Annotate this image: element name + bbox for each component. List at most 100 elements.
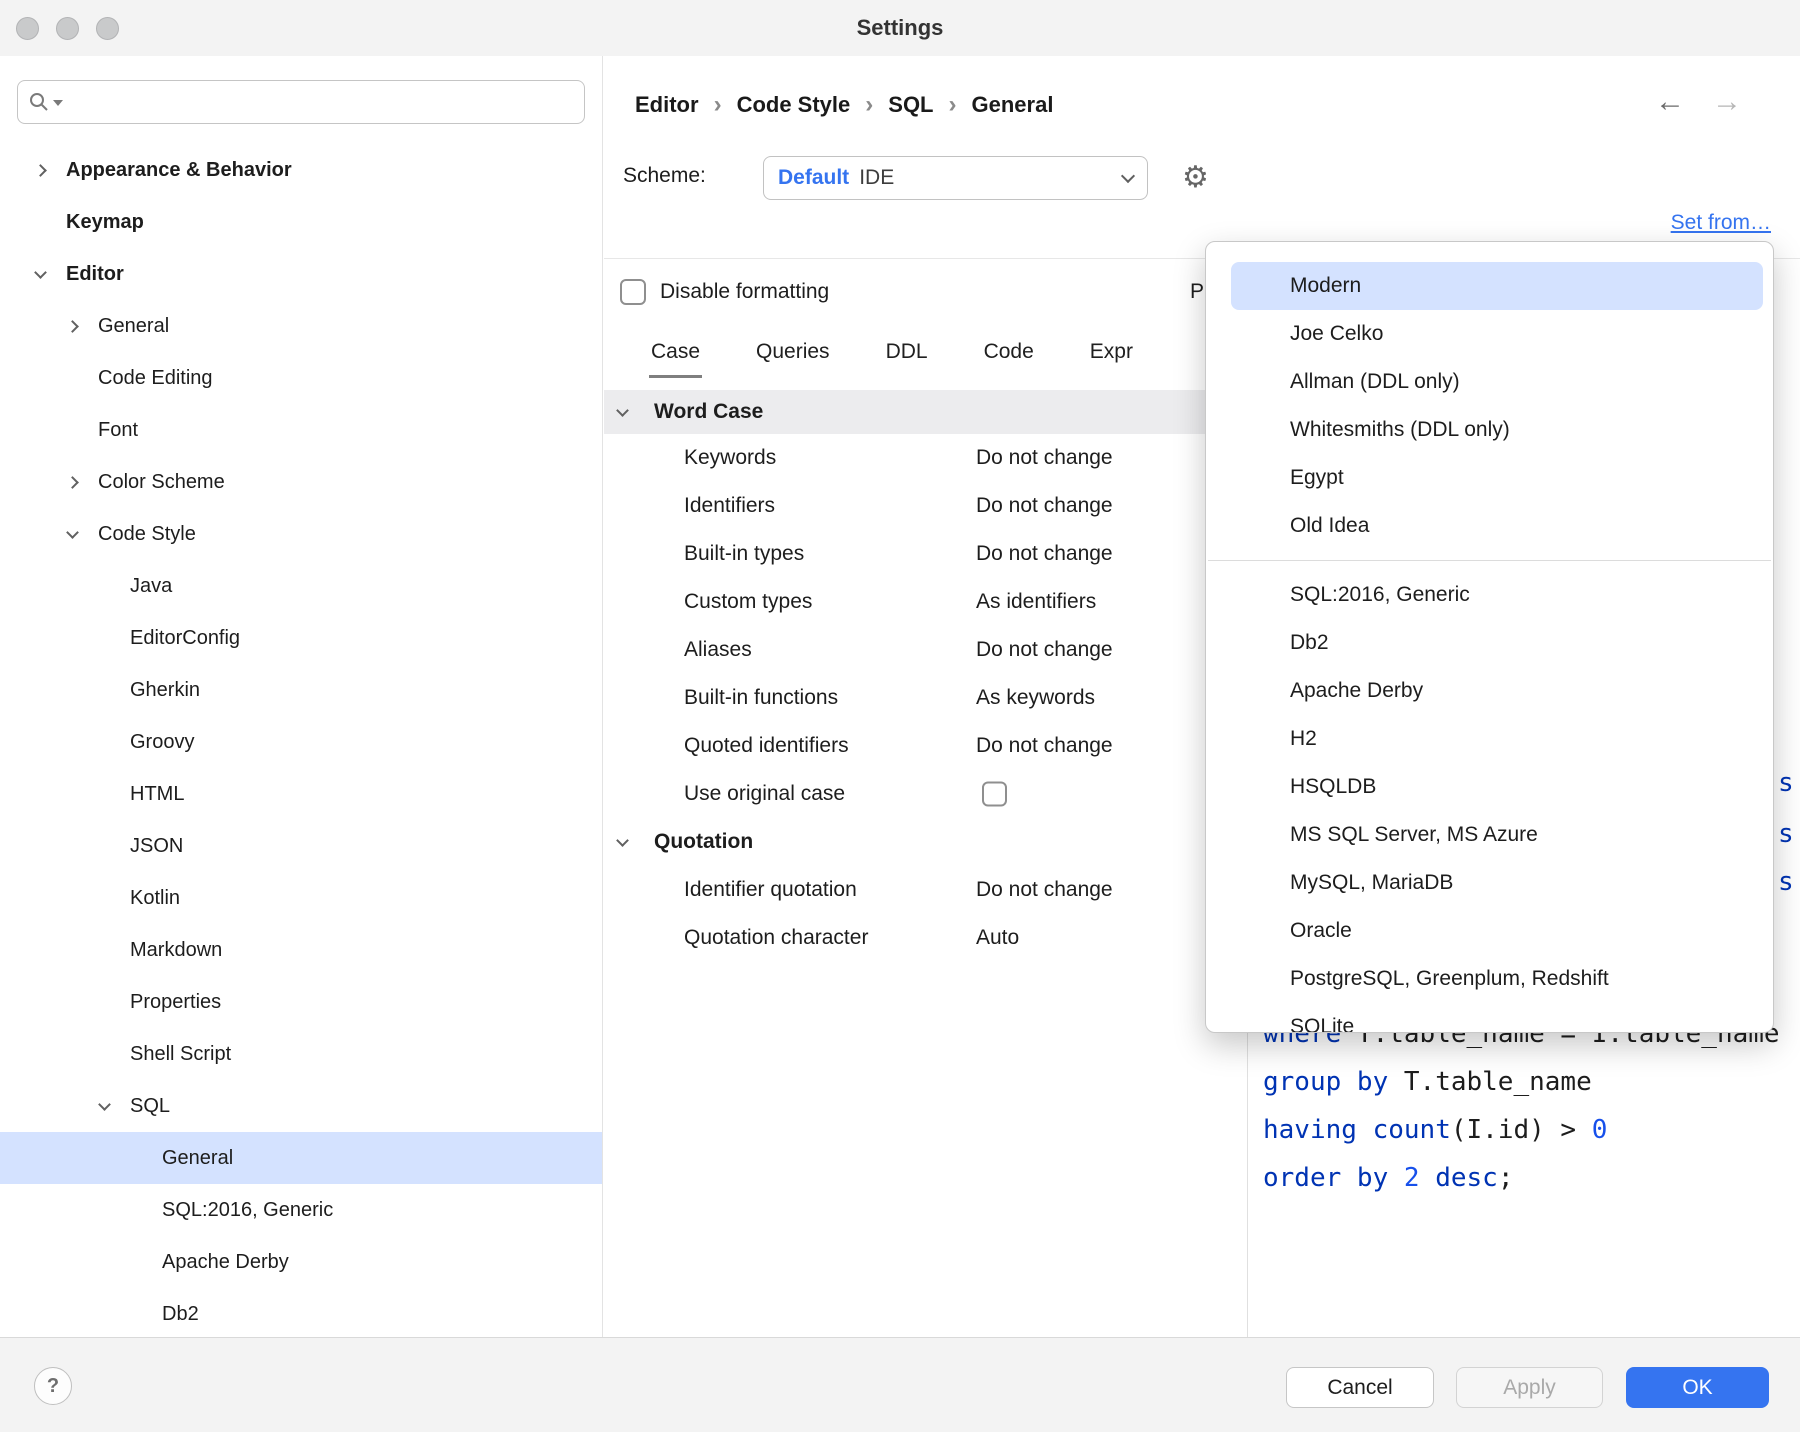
settings-tree: Appearance & BehaviorKeymapEditorGeneral… <box>0 144 603 1337</box>
set-from-link[interactable]: Set from… <box>1671 211 1771 235</box>
tab-ddl[interactable]: DDL <box>884 330 930 378</box>
setting-row-custom-types: Custom typesAs identifiers <box>604 578 1247 626</box>
tab-code[interactable]: Code <box>982 330 1036 378</box>
identifier-quotation-value[interactable]: Do not change <box>976 878 1113 902</box>
style-option-egypt[interactable]: Egypt <box>1206 454 1773 502</box>
style-option-sqlite[interactable]: SQLite <box>1206 1003 1773 1033</box>
chevron-down-icon <box>618 409 648 415</box>
search-history-chevron-icon[interactable] <box>53 100 63 106</box>
tree-item-sql[interactable]: SQL <box>0 1080 603 1132</box>
tree-item-properties[interactable]: Properties <box>0 976 603 1028</box>
style-option-hsqldb[interactable]: HSQLDB <box>1206 763 1773 811</box>
chevron-down-icon[interactable] <box>68 531 98 537</box>
tree-item-json[interactable]: JSON <box>0 820 603 872</box>
style-option-joe-celko[interactable]: Joe Celko <box>1206 310 1773 358</box>
ok-button[interactable]: OK <box>1626 1367 1769 1408</box>
built-in-functions-value[interactable]: As keywords <box>976 686 1095 710</box>
tree-item-html[interactable]: HTML <box>0 768 603 820</box>
custom-types-value[interactable]: As identifiers <box>976 590 1096 614</box>
style-option-h2[interactable]: H2 <box>1206 715 1773 763</box>
tree-item-editorconfig[interactable]: EditorConfig <box>0 612 603 664</box>
style-option-allman-ddl-only[interactable]: Allman (DDL only) <box>1206 358 1773 406</box>
tree-item-java[interactable]: Java <box>0 560 603 612</box>
tree-item-groovy[interactable]: Groovy <box>0 716 603 768</box>
tree-item-label: Apache Derby <box>162 1251 289 1274</box>
style-option-old-idea[interactable]: Old Idea <box>1206 502 1773 550</box>
setting-label: Aliases <box>684 638 752 662</box>
chevron-right-icon[interactable] <box>36 166 66 175</box>
search-input[interactable] <box>66 91 574 114</box>
code-token: 2 <box>1404 1163 1420 1193</box>
tree-item-label: Code Style <box>98 523 196 546</box>
tree-item-label: Gherkin <box>130 679 200 702</box>
aliases-value[interactable]: Do not change <box>976 638 1113 662</box>
cancel-button[interactable]: Cancel <box>1286 1367 1434 1408</box>
tree-item-sql-2016-generic[interactable]: SQL:2016, Generic <box>0 1184 603 1236</box>
tree-item-label: Font <box>98 419 138 442</box>
tab-case[interactable]: Case <box>649 330 702 378</box>
keywords-value[interactable]: Do not change <box>976 446 1113 470</box>
tree-item-general[interactable]: General <box>0 300 603 352</box>
section-header-quotation[interactable]: Quotation <box>604 818 1247 866</box>
disable-formatting-checkbox[interactable] <box>620 279 646 305</box>
tree-item-db2[interactable]: Db2 <box>0 1288 603 1337</box>
tree-item-general[interactable]: General <box>0 1132 603 1184</box>
style-option-postgresql-greenplum-redshift[interactable]: PostgreSQL, Greenplum, Redshift <box>1206 955 1773 1003</box>
tree-item-label: HTML <box>130 783 184 806</box>
style-option-whitesmiths-ddl-only[interactable]: Whitesmiths (DDL only) <box>1206 406 1773 454</box>
chevron-right-icon[interactable] <box>68 322 98 331</box>
gear-icon[interactable]: ⚙ <box>1182 160 1209 196</box>
settings-sections: Word CaseKeywordsDo not changeIdentifier… <box>604 390 1247 962</box>
built-in-types-value[interactable]: Do not change <box>976 542 1113 566</box>
style-option-ms-sql-server-ms-azure[interactable]: MS SQL Server, MS Azure <box>1206 811 1773 859</box>
quotation-character-value[interactable]: Auto <box>976 926 1019 950</box>
apply-button[interactable]: Apply <box>1456 1367 1603 1408</box>
settings-search[interactable] <box>17 80 585 124</box>
style-option-modern[interactable]: Modern <box>1231 262 1763 310</box>
use-original-case-checkbox[interactable] <box>982 782 1007 807</box>
style-option-mysql-mariadb[interactable]: MySQL, MariaDB <box>1206 859 1773 907</box>
style-option-db2[interactable]: Db2 <box>1206 619 1773 667</box>
search-icon <box>28 91 50 113</box>
tree-item-label: Color Scheme <box>98 471 225 494</box>
code-style-tabs: Case Queries DDL Code Expr <box>649 330 1135 378</box>
tree-item-label: Db2 <box>162 1303 199 1326</box>
preview-code: where T.table_name = I.table_namegroup b… <box>1263 1010 1780 1202</box>
tree-item-code-style[interactable]: Code Style <box>0 508 603 560</box>
chevron-down-icon[interactable] <box>100 1103 130 1109</box>
quoted-identifiers-value[interactable]: Do not change <box>976 734 1113 758</box>
tree-item-markdown[interactable]: Markdown <box>0 924 603 976</box>
chevron-down-icon[interactable] <box>36 271 66 277</box>
setting-label: Identifier quotation <box>684 878 857 902</box>
style-option-oracle[interactable]: Oracle <box>1206 907 1773 955</box>
tree-item-apache-derby[interactable]: Apache Derby <box>0 1236 603 1288</box>
tab-expr[interactable]: Expr <box>1088 330 1135 378</box>
identifiers-value[interactable]: Do not change <box>976 494 1113 518</box>
tree-item-keymap[interactable]: Keymap <box>0 196 603 248</box>
tree-item-appearance-behavior[interactable]: Appearance & Behavior <box>0 144 603 196</box>
tree-item-code-editing[interactable]: Code Editing <box>0 352 603 404</box>
setting-label: Quoted identifiers <box>684 734 849 758</box>
code-token: having <box>1263 1115 1357 1145</box>
tree-item-gherkin[interactable]: Gherkin <box>0 664 603 716</box>
window-title: Settings <box>0 0 1800 56</box>
tree-item-shell-script[interactable]: Shell Script <box>0 1028 603 1080</box>
tree-item-editor[interactable]: Editor <box>0 248 603 300</box>
tree-item-label: Markdown <box>130 939 222 962</box>
help-button[interactable]: ? <box>34 1367 72 1405</box>
style-option-apache-derby[interactable]: Apache Derby <box>1206 667 1773 715</box>
disable-formatting-label: Disable formatting <box>660 280 829 304</box>
scheme-dropdown[interactable]: Default IDE <box>763 156 1148 200</box>
tab-queries[interactable]: Queries <box>754 330 832 378</box>
tree-item-font[interactable]: Font <box>0 404 603 456</box>
tree-item-kotlin[interactable]: Kotlin <box>0 872 603 924</box>
section-header-word-case[interactable]: Word Case <box>604 390 1247 434</box>
tree-item-color-scheme[interactable]: Color Scheme <box>0 456 603 508</box>
forward-arrow-icon[interactable]: → <box>1712 85 1742 119</box>
style-presets-popup: ModernJoe CelkoAllman (DDL only)Whitesmi… <box>1205 241 1774 1033</box>
style-option-sql-2016-generic[interactable]: SQL:2016, Generic <box>1206 571 1773 619</box>
chevron-right-icon[interactable] <box>68 478 98 487</box>
back-arrow-icon[interactable]: ← <box>1655 85 1685 119</box>
breadcrumb-item-sql: SQL <box>888 92 933 118</box>
setting-label: Built-in functions <box>684 686 838 710</box>
